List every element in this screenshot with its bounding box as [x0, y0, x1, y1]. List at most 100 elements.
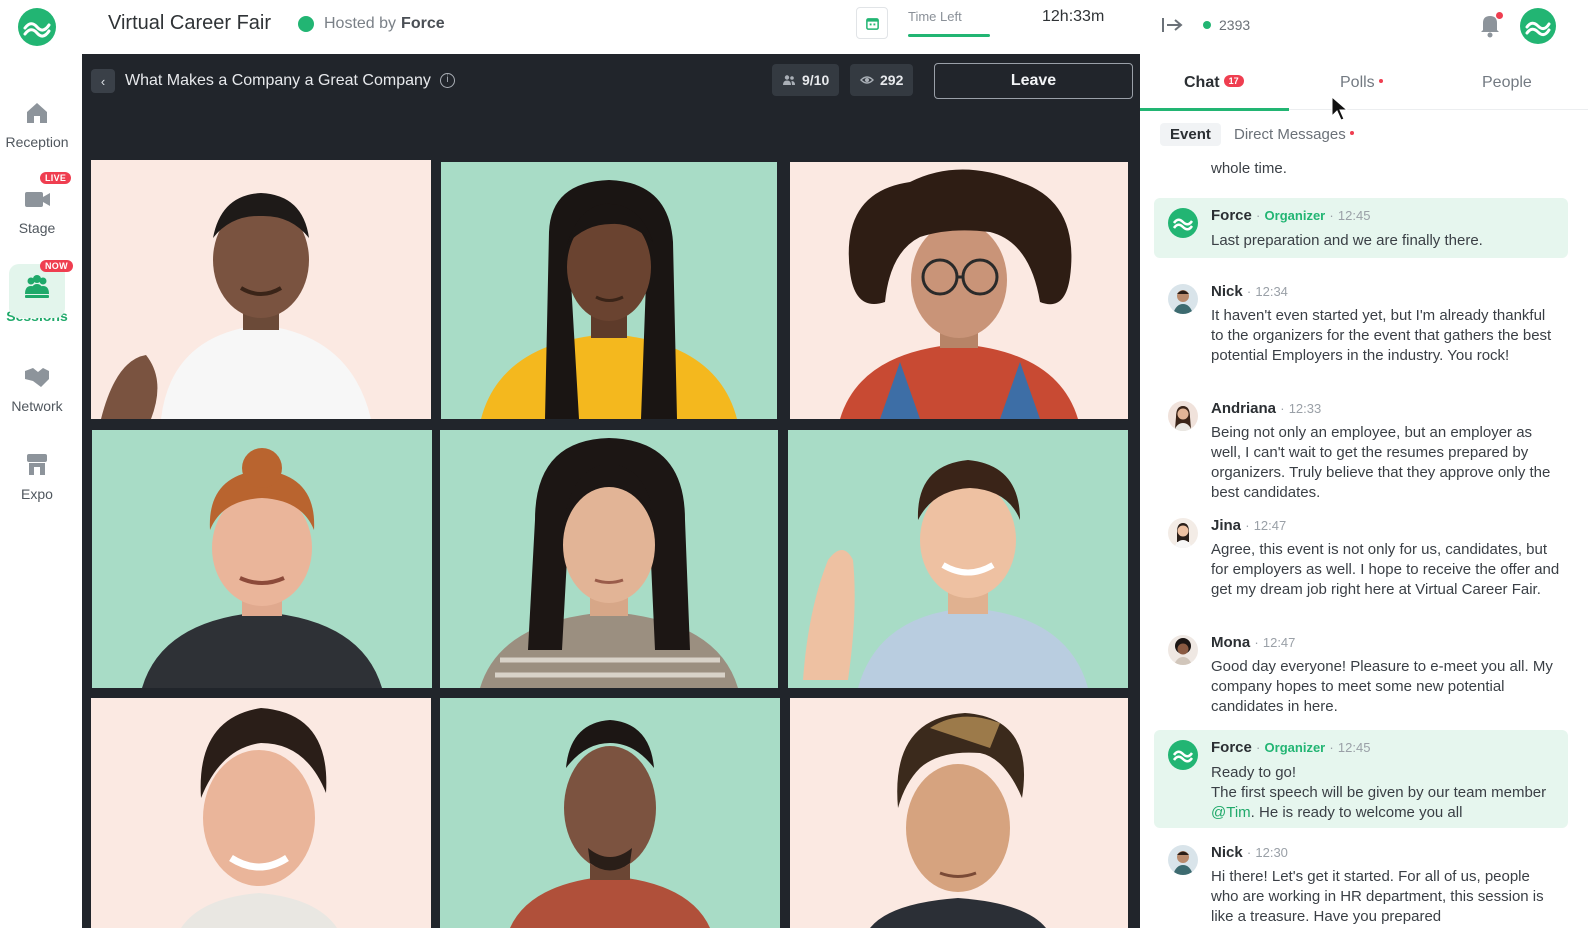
side-panel-topbar: 2393: [1140, 0, 1588, 54]
nav-label-network: Network: [11, 398, 63, 414]
tab-polls[interactable]: Polls: [1340, 74, 1383, 92]
back-button[interactable]: ‹: [91, 69, 115, 93]
message-text: Good day everyone! Pleasure to e-meet yo…: [1211, 658, 1553, 715]
participant-video-tile[interactable]: [788, 430, 1128, 688]
author-name: Force: [1211, 739, 1252, 756]
chat-message: Nick · 12:30 Hi there! Let's get it star…: [1154, 841, 1568, 928]
subtab-event[interactable]: Event: [1160, 123, 1221, 146]
leave-button[interactable]: Leave: [934, 63, 1133, 99]
person-video: [91, 160, 431, 419]
participant-video-tile[interactable]: [441, 162, 777, 419]
dm-new-dot: [1349, 131, 1354, 135]
chat-message: Andriana · 12:33 Being not only an emplo…: [1154, 397, 1568, 507]
author-name: Andriana: [1211, 400, 1277, 417]
time-left-progress: [908, 34, 990, 37]
chat-feed[interactable]: whole time. Force · Organizer · 12:45 La…: [1140, 152, 1588, 928]
message-line-tail: . He is ready to welcome you all: [1250, 804, 1463, 821]
participant-video-tile[interactable]: [790, 162, 1128, 419]
side-panel: 2393 Chat 17 Polls People Event Direct Me…: [1140, 0, 1588, 928]
message-text: It haven't even started yet, but I'm alr…: [1211, 307, 1552, 364]
subtab-direct-messages[interactable]: Direct Messages: [1234, 126, 1354, 143]
chat-message: Nick · 12:34 It haven't even started yet…: [1154, 280, 1568, 390]
avatar: [1168, 845, 1198, 875]
viewers-count: 292: [850, 64, 914, 96]
message-text: Being not only an employee, but an emplo…: [1211, 424, 1551, 501]
avatar: [1168, 518, 1198, 548]
active-tab-indicator: [1140, 108, 1289, 111]
calendar-icon: [865, 17, 879, 30]
info-icon[interactable]: i: [440, 73, 455, 88]
user-mention[interactable]: @Tim: [1211, 804, 1251, 821]
online-status-icon: [1203, 21, 1211, 29]
participants-count: 9/10: [772, 64, 840, 96]
message-time: 12:34: [1255, 284, 1288, 299]
message-time: 12:45: [1337, 208, 1371, 223]
subtab-direct-messages-label: Direct Messages: [1234, 126, 1346, 143]
person-video: [441, 162, 777, 419]
mouse-cursor-icon: [1331, 96, 1349, 121]
author-role: Organizer: [1264, 740, 1326, 755]
tab-polls-label: Polls: [1340, 74, 1375, 91]
person-video: [92, 430, 432, 688]
panel-tabs: Chat 17 Polls People: [1140, 62, 1588, 111]
session-stage: ‹ What Makes a Company a Great Company i…: [82, 54, 1140, 928]
participant-video-tile[interactable]: [92, 430, 432, 688]
hosted-by-prefix: Hosted by: [324, 15, 397, 32]
tab-people[interactable]: People: [1482, 74, 1532, 92]
message-time: 12:33: [1288, 401, 1322, 416]
user-avatar[interactable]: [1520, 8, 1556, 44]
author-role: Organizer: [1264, 208, 1326, 223]
host-logo-icon: [298, 16, 314, 32]
collapse-panel-icon[interactable]: [1160, 15, 1184, 35]
nav-label-stage: Stage: [18, 220, 56, 236]
partial-message-text: whole time.: [1211, 160, 1287, 177]
chat-unread-count: 17: [1223, 75, 1244, 87]
person-video: [440, 698, 780, 928]
chat-message: Force · Organizer · 12:45 Last preparati…: [1154, 198, 1568, 258]
now-badge: NOW: [40, 260, 73, 272]
message-text: Last preparation and we are finally ther…: [1211, 232, 1483, 249]
group-icon: NOW: [22, 260, 73, 302]
top-header: Virtual Career Fair Hosted by Force Time…: [82, 0, 1140, 54]
message-time: 12:45: [1337, 740, 1371, 755]
participant-video-tile[interactable]: [91, 160, 431, 419]
chevron-left-icon: ‹: [100, 73, 106, 89]
tab-people-label: People: [1482, 74, 1532, 91]
nav-item-reception[interactable]: Reception: [0, 98, 74, 150]
author-name: Nick: [1211, 844, 1243, 861]
message-line: The first speech will be given by our te…: [1211, 784, 1547, 801]
participant-video-tile[interactable]: [91, 698, 431, 928]
person-video: [440, 430, 778, 688]
calendar-button[interactable]: [856, 7, 888, 39]
participant-video-tile[interactable]: [440, 430, 778, 688]
host-name: Force: [401, 15, 445, 32]
avatar: [1168, 740, 1198, 770]
author-name: Jina: [1211, 517, 1242, 534]
person-video: [788, 430, 1128, 688]
live-badge: LIVE: [40, 172, 72, 184]
nav-item-sessions[interactable]: NOW Sessions: [0, 260, 74, 324]
message-text: Hi there! Let's get it started. For all …: [1211, 868, 1544, 925]
author-name: Nick: [1211, 283, 1243, 300]
nav-item-expo[interactable]: Expo: [0, 450, 74, 502]
nav-item-stage[interactable]: LIVE Stage: [0, 172, 74, 236]
viewers-value: 292: [880, 72, 904, 88]
avatar: [1168, 208, 1198, 238]
message-time: 12:47: [1253, 518, 1287, 533]
tab-chat[interactable]: Chat 17: [1184, 74, 1244, 92]
home-icon: [22, 98, 52, 128]
booth-icon: [22, 450, 52, 480]
avatar: [1168, 284, 1198, 314]
handshake-icon: [22, 362, 52, 392]
brand-logo-icon[interactable]: [18, 8, 56, 46]
participant-video-tile[interactable]: [790, 698, 1128, 928]
nav-label-expo: Expo: [21, 486, 53, 502]
participant-video-tile[interactable]: [440, 698, 780, 928]
chat-subtabs: Event Direct Messages: [1140, 120, 1588, 152]
nav-item-network[interactable]: Network: [0, 362, 74, 414]
eye-icon: [860, 76, 874, 84]
hosted-by: Hosted by Force: [298, 13, 445, 35]
polls-new-dot: [1378, 79, 1383, 83]
online-count: 2393: [1219, 17, 1251, 33]
avatar: [1168, 401, 1198, 431]
